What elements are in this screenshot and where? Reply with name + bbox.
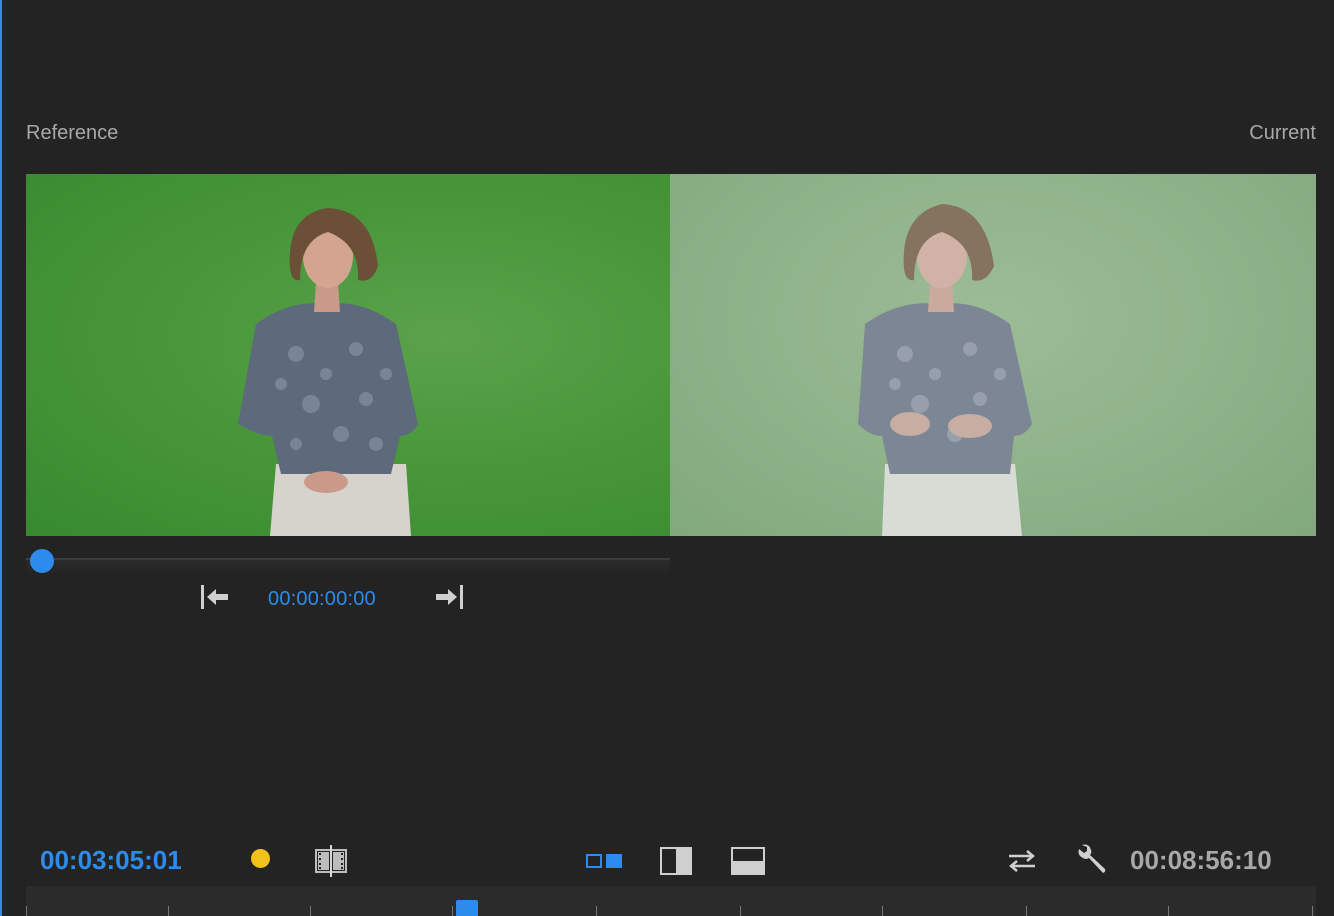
timeline-playhead[interactable] xyxy=(456,900,478,916)
yellow-dot-icon[interactable] xyxy=(251,849,270,868)
reference-scrubber-handle[interactable] xyxy=(30,549,54,573)
step-to-start-icon[interactable] xyxy=(198,584,230,615)
swap-arrows-icon[interactable] xyxy=(1005,848,1039,879)
horizontal-split-icon[interactable] xyxy=(730,846,766,881)
timeline-ruler[interactable] xyxy=(26,886,1316,916)
ruler-tick xyxy=(596,906,597,916)
ruler-tick xyxy=(882,906,883,916)
wrench-icon[interactable] xyxy=(1076,843,1108,880)
ruler-tick xyxy=(1026,906,1027,916)
step-to-end-icon[interactable] xyxy=(434,584,466,615)
ruler-tick xyxy=(740,906,741,916)
ruler-tick xyxy=(452,906,453,916)
reference-scrubber-track[interactable] xyxy=(26,558,670,560)
panel-focus-indicator xyxy=(0,0,2,916)
ruler-tick xyxy=(168,906,169,916)
ruler-tick xyxy=(1312,906,1313,916)
ruler-tick xyxy=(26,906,27,916)
reference-label: Reference xyxy=(26,122,119,144)
current-frame-image xyxy=(858,204,1032,536)
ruler-tick xyxy=(310,906,311,916)
comparison-view-panel: Reference Current 00:00:00:00 00:03:05:0… xyxy=(0,0,1334,916)
ruler-tick xyxy=(1168,906,1169,916)
filmstrip-icon[interactable] xyxy=(314,845,348,882)
reference-scrubber-bar-shadow xyxy=(26,560,670,576)
current-frame-viewer[interactable] xyxy=(670,174,1316,536)
reference-frame-viewer[interactable] xyxy=(26,174,670,536)
side-by-side-icon[interactable] xyxy=(584,852,624,875)
total-duration-timecode: 00:08:56:10 xyxy=(1130,845,1272,875)
current-label: Current xyxy=(1249,122,1316,144)
reference-timecode[interactable]: 00:00:00:00 xyxy=(268,588,376,611)
current-timecode[interactable]: 00:03:05:01 xyxy=(40,845,182,876)
reference-frame-image xyxy=(238,208,418,536)
vertical-split-icon[interactable] xyxy=(659,846,693,881)
